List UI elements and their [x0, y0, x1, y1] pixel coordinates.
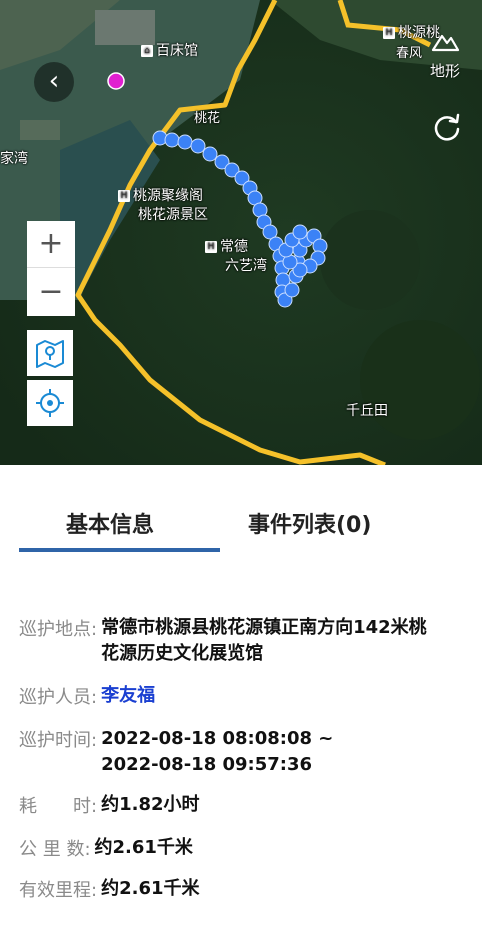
- map-layer-icon: [36, 340, 64, 368]
- hotel-icon: H: [383, 27, 395, 39]
- distance-value: 约2.61千米: [94, 837, 193, 858]
- map-label-chunfeng: 春风: [396, 46, 423, 61]
- map-label-jiawan: 家湾: [0, 151, 28, 167]
- zoom-out-button[interactable]: −: [27, 268, 75, 316]
- terrain-toggle[interactable]: 地形: [420, 28, 470, 81]
- terrain-icon: [431, 34, 460, 52]
- distance-label: 公 里 数:: [19, 839, 91, 860]
- info-row-distance: 公 里 数: 约2.61千米: [19, 835, 193, 861]
- map-poi-baichuangguan: ⌂ 百床馆: [141, 40, 198, 60]
- refresh-icon: [434, 113, 460, 141]
- location-value: 常德市桃源县桃花源镇正南方向142米桃花源历史文化展览馆: [101, 617, 427, 664]
- map-poi-taoyuanju: H 桃源聚缘阁: [118, 185, 203, 205]
- map-label-taohua: 桃花: [194, 111, 221, 126]
- map-label-qianqiutian: 千丘田: [346, 403, 388, 419]
- hotel-icon: H: [205, 241, 217, 253]
- map-label-liuyiwan: 六艺湾: [225, 258, 267, 274]
- info-row-person: 巡护人员: 李友福: [19, 683, 155, 709]
- map-label-taohuajingqu: 桃花源景区: [138, 207, 208, 223]
- info-row-effective: 有效里程: 约2.61千米: [19, 876, 200, 902]
- time-label: 巡护时间:: [19, 730, 98, 751]
- map-poi-changde: H 常德: [205, 236, 248, 256]
- person-label: 巡护人员:: [19, 687, 98, 708]
- terrain-label: 地形: [429, 62, 460, 80]
- duration-label: 耗 时:: [19, 796, 98, 817]
- zoom-in-button[interactable]: +: [27, 221, 75, 268]
- plus-icon: +: [38, 226, 64, 261]
- tab-active-indicator: [19, 548, 220, 552]
- tab-bar: 基本信息 事件列表(0): [0, 465, 482, 552]
- duration-value: 约1.82小时: [101, 794, 200, 815]
- locate-button[interactable]: [27, 380, 73, 426]
- museum-icon: ⌂: [141, 45, 153, 57]
- map-layer-button[interactable]: [27, 330, 73, 376]
- time-value: 2022-08-18 08:08:08 ~ 2022-08-18 09:57:3…: [101, 728, 334, 775]
- chevron-left-icon: ‹: [48, 66, 60, 96]
- location-label: 巡护地点:: [19, 619, 98, 640]
- hotel-icon: H: [118, 190, 130, 202]
- info-row-location: 巡护地点: 常德市桃源县桃花源镇正南方向142米桃花源历史文化展览馆: [19, 615, 441, 667]
- effective-label: 有效里程:: [19, 880, 98, 901]
- person-link[interactable]: 李友福: [101, 683, 155, 709]
- refresh-button[interactable]: [430, 110, 464, 144]
- tab-basic-info[interactable]: 基本信息: [66, 507, 154, 539]
- minus-icon: −: [38, 274, 64, 309]
- back-button[interactable]: ‹: [34, 62, 74, 102]
- tab-event-list[interactable]: 事件列表(0): [248, 507, 371, 539]
- info-row-time: 巡护时间: 2022-08-18 08:08:08 ~ 2022-08-18 0…: [19, 726, 371, 778]
- effective-value: 约2.61千米: [101, 878, 200, 899]
- info-row-duration: 耗 时: 约1.82小时: [19, 792, 200, 818]
- locate-icon: [36, 389, 64, 417]
- map-view[interactable]: ⌂ 百床馆 家湾 桃花 H 桃源聚缘阁 桃花源景区 H 常德 六艺湾 千丘田 H 桃源桃…: [0, 0, 482, 465]
